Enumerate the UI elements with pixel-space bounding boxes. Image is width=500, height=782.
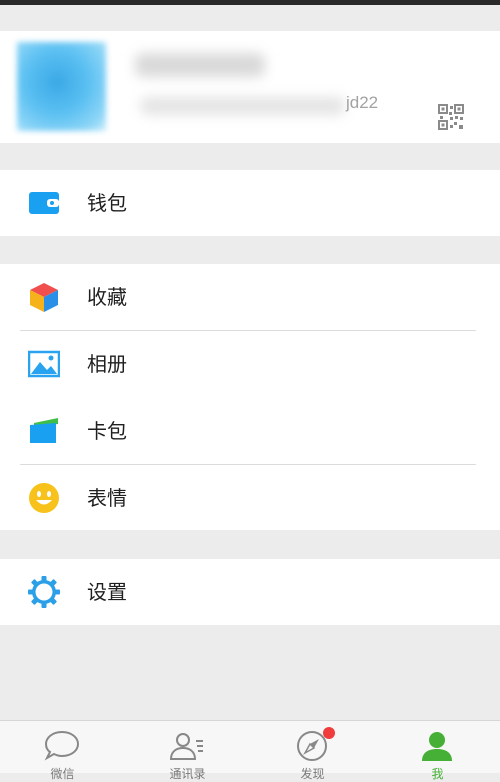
image-icon [28, 350, 60, 378]
menu-item-settings[interactable]: 设置 [0, 559, 500, 625]
tab-discover[interactable]: 发现 [250, 721, 375, 781]
menu-label-favorites: 收藏 [87, 285, 127, 309]
qr-code-icon[interactable] [438, 104, 464, 130]
content-section: 收藏 相册 卡包 表情 [0, 264, 500, 530]
person-icon [422, 732, 452, 761]
menu-label-stickers: 表情 [87, 486, 127, 510]
menu-label-wallet: 钱包 [87, 191, 127, 215]
tab-label-contacts: 通讯录 [169, 767, 206, 781]
nickname-blurred [135, 53, 265, 77]
contacts-icon [169, 733, 203, 760]
status-bar-edge [0, 0, 500, 5]
tab-chats[interactable]: 微信 [0, 721, 125, 781]
wallet-section: 钱包 [0, 170, 500, 236]
menu-item-stickers[interactable]: 表情 [0, 465, 500, 531]
menu-item-wallet[interactable]: 钱包 [0, 170, 500, 236]
bottom-tab-bar: 微信 通讯录 发现 我 [0, 720, 500, 781]
menu-label-album: 相册 [87, 352, 127, 376]
chat-bubble-icon [44, 730, 80, 761]
menu-item-favorites[interactable]: 收藏 [0, 264, 500, 330]
notification-badge [323, 727, 335, 739]
menu-item-cards[interactable]: 卡包 [0, 398, 500, 464]
avatar[interactable] [17, 42, 106, 131]
gear-icon [28, 576, 60, 608]
menu-item-album[interactable]: 相册 [0, 331, 500, 397]
tab-label-discover: 发现 [300, 767, 325, 781]
card-icon [30, 418, 58, 443]
tab-me[interactable]: 我 [375, 721, 500, 781]
cube-icon [30, 283, 58, 312]
smiley-icon [29, 483, 59, 513]
wallet-icon [29, 192, 59, 214]
menu-label-settings: 设置 [87, 580, 127, 604]
wechat-id-blurred [140, 97, 345, 115]
menu-label-cards: 卡包 [87, 419, 127, 443]
tab-label-chats: 微信 [50, 767, 75, 781]
tab-label-me: 我 [431, 767, 444, 781]
profile-card[interactable]: jd22 [0, 31, 500, 143]
tab-contacts[interactable]: 通讯录 [125, 721, 250, 781]
settings-section: 设置 [0, 559, 500, 625]
wechat-id: jd22 [346, 93, 379, 112]
